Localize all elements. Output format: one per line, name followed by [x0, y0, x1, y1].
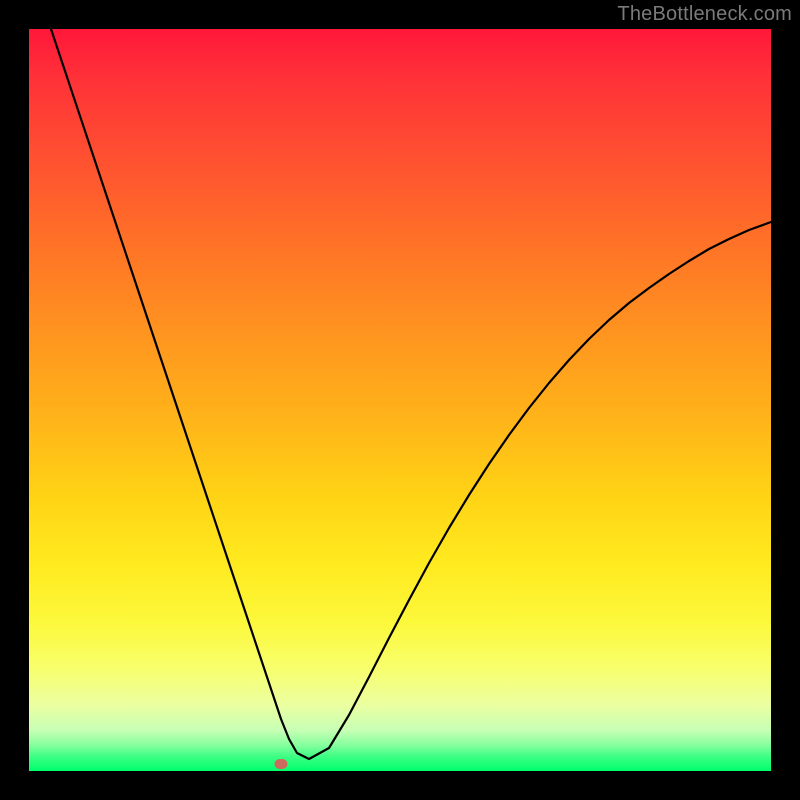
- watermark: TheBottleneck.com: [617, 3, 792, 26]
- bottleneck-curve: [29, 29, 771, 771]
- chart-stage: TheBottleneck.com: [0, 0, 800, 800]
- plot-area: [29, 29, 771, 771]
- curve-marker: [275, 759, 288, 769]
